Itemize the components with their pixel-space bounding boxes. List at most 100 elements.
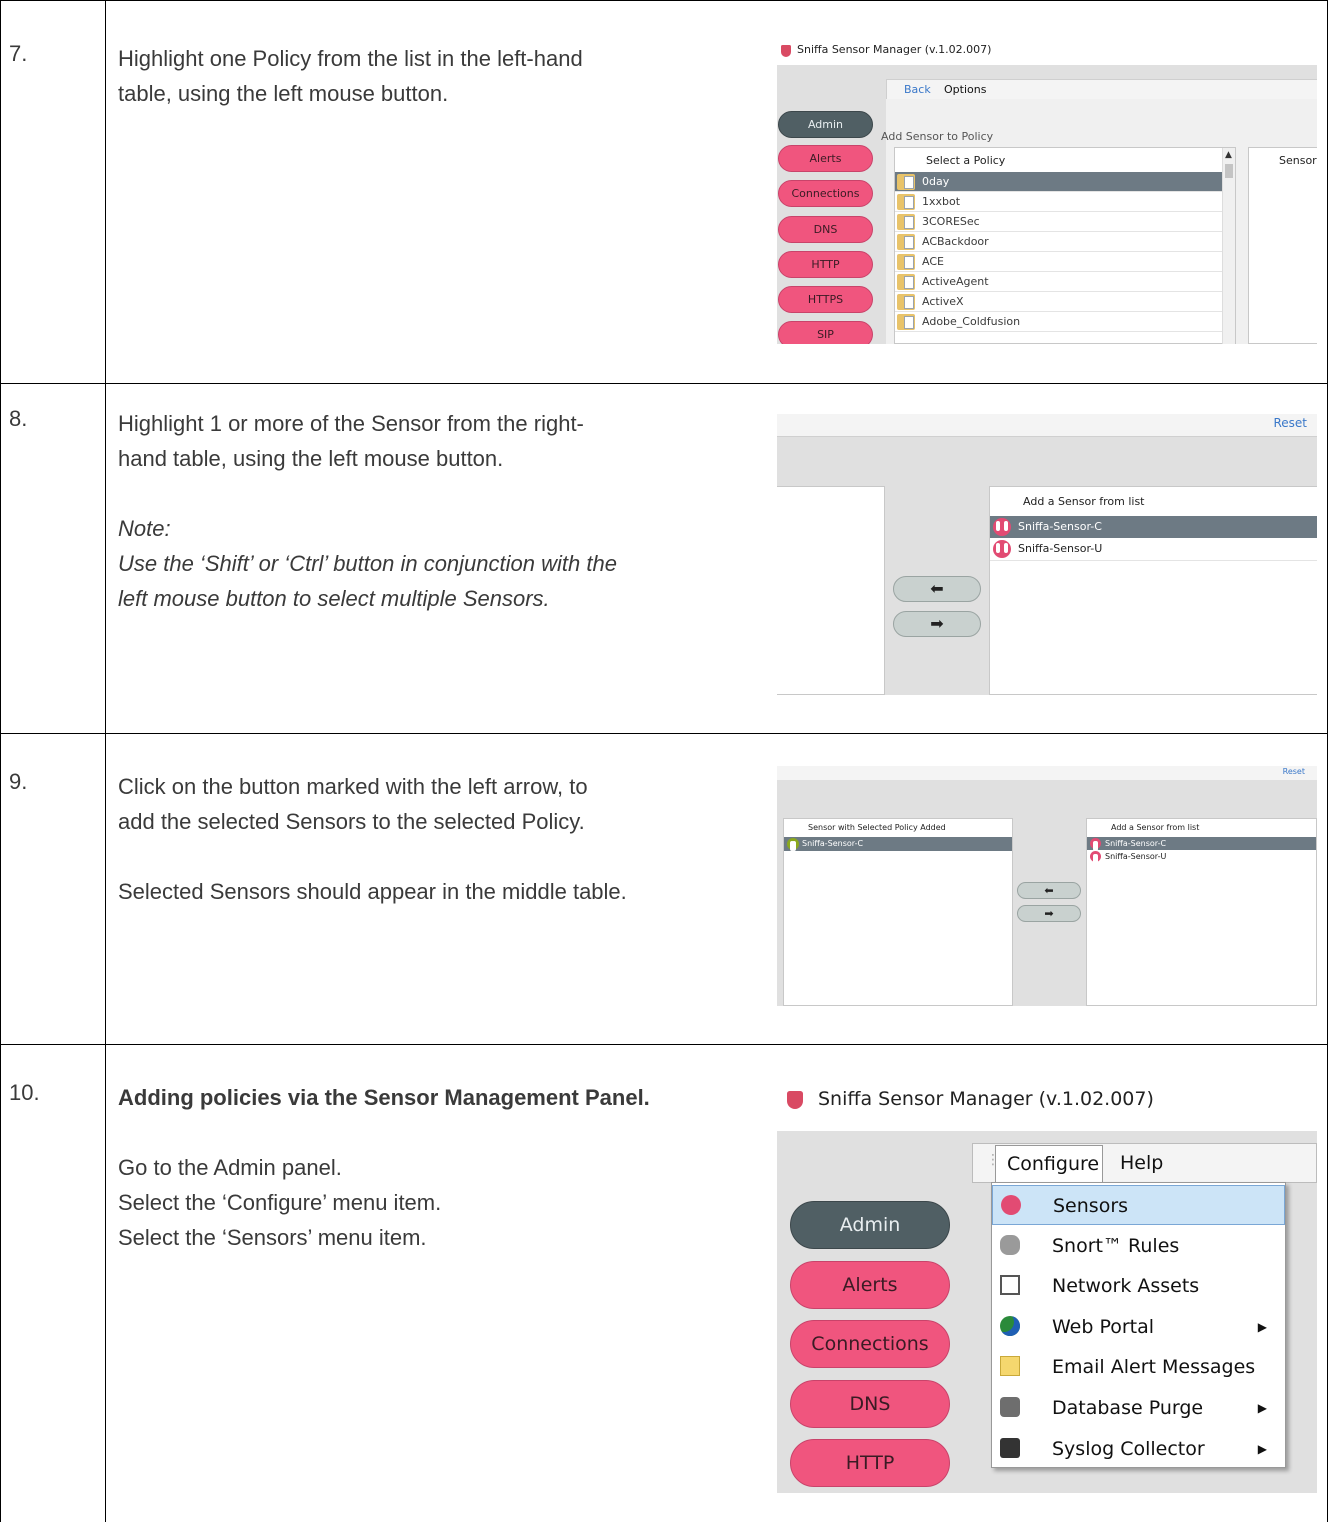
row-label: Sniffa-Sensor-U bbox=[1018, 542, 1103, 555]
network-icon bbox=[1000, 1275, 1020, 1296]
table-row[interactable]: Sniffa-Sensor-C bbox=[1087, 837, 1316, 851]
available-sensor-table[interactable]: Add a Sensor from list Sniffa-Sensor-C Sn… bbox=[1086, 818, 1317, 1006]
app-shield-icon bbox=[787, 1091, 803, 1109]
add-to-policy-button[interactable]: ⬅ bbox=[893, 576, 981, 602]
toolbar: Back Options bbox=[886, 79, 1317, 101]
menu-item-label: Web Portal bbox=[1052, 1315, 1155, 1338]
menu-item-syslog-collector[interactable]: Syslog Collector ▶ bbox=[992, 1429, 1285, 1469]
nav-button-http[interactable]: HTTP bbox=[790, 1439, 950, 1487]
step-instructions: Highlight one Policy from the list in th… bbox=[118, 41, 748, 111]
folder-icon bbox=[897, 314, 915, 330]
nav-button-dns[interactable]: DNS bbox=[778, 216, 873, 243]
instruction-line: Highlight one Policy from the list in th… bbox=[118, 46, 583, 71]
nav-button-connections[interactable]: Connections bbox=[790, 1320, 950, 1368]
policy-sensor-table[interactable] bbox=[777, 486, 885, 695]
add-to-policy-button[interactable]: ⬅ bbox=[1017, 882, 1081, 899]
top-strip bbox=[777, 766, 1317, 780]
nav-button-http[interactable]: HTTP bbox=[778, 251, 873, 278]
back-link[interactable]: Back bbox=[904, 83, 931, 96]
instruction-line: Select the ‘Sensors’ menu item. bbox=[118, 1225, 427, 1250]
row-label: ActiveAgent bbox=[922, 275, 989, 288]
table-row[interactable]: Adobe_Coldfusion bbox=[895, 312, 1225, 332]
row-label: 0day bbox=[922, 175, 950, 188]
folder-icon bbox=[897, 294, 915, 310]
menu-item-snort-rules[interactable]: Snort™ Rules bbox=[992, 1226, 1285, 1266]
step-8-row: 8. Highlight 1 or more of the Sensor fro… bbox=[0, 383, 1328, 734]
scroll-thumb[interactable] bbox=[1225, 164, 1233, 178]
menu-item-network-assets[interactable]: Network Assets bbox=[992, 1266, 1285, 1306]
reset-link[interactable]: Reset bbox=[1273, 416, 1307, 430]
menu-item-email-alert-messages[interactable]: Email Alert Messages bbox=[992, 1347, 1285, 1387]
table-row[interactable]: Sniffa-Sensor-U bbox=[990, 538, 1317, 561]
table-row[interactable]: 0day bbox=[895, 172, 1225, 192]
folder-icon bbox=[897, 214, 915, 230]
instruction-line: Click on the button marked with the left… bbox=[118, 774, 588, 799]
nav-button-alerts[interactable]: Alerts bbox=[790, 1261, 950, 1309]
table-row[interactable]: ACE bbox=[895, 252, 1225, 272]
nav-button-admin[interactable]: Admin bbox=[778, 111, 873, 138]
policy-table[interactable]: Select a Policy 0day 1xxbot 3CORESec ACBack… bbox=[894, 147, 1236, 344]
step-instructions: Click on the button marked with the left… bbox=[118, 769, 748, 909]
step-instructions: Highlight 1 or more of the Sensor from t… bbox=[118, 406, 748, 616]
window-title: Sniffa Sensor Manager (v.1.02.007) bbox=[797, 43, 992, 56]
table-row[interactable]: Sniffa-Sensor-C bbox=[784, 837, 1012, 851]
nav-button-alerts[interactable]: Alerts bbox=[778, 145, 873, 172]
column-header: Add a Sensor from list bbox=[1111, 823, 1200, 832]
menu-item-label: Network Assets bbox=[1052, 1275, 1200, 1298]
menu-item-label: Sensors bbox=[1053, 1195, 1129, 1217]
menu-item-web-portal[interactable]: Web Portal ▶ bbox=[992, 1307, 1285, 1347]
sensor-icon bbox=[787, 838, 799, 851]
row-label: ACE bbox=[922, 255, 944, 268]
window-title-bar: Sniffa Sensor Manager (v.1.02.007) bbox=[777, 41, 1317, 65]
table-row[interactable]: 3CORESec bbox=[895, 212, 1225, 232]
remove-from-policy-button[interactable]: ➡ bbox=[1017, 905, 1081, 922]
table-row[interactable]: Sniffa-Sensor-U bbox=[1087, 850, 1316, 864]
scrollbar[interactable]: ▲ bbox=[1222, 148, 1235, 344]
instruction-line: Selected Sensors should appear in the mi… bbox=[118, 879, 627, 904]
nav-button-dns[interactable]: DNS bbox=[790, 1380, 950, 1428]
left-arrow-icon: ⬅ bbox=[1044, 884, 1054, 897]
row-label: Sniffa-Sensor-C bbox=[1105, 839, 1167, 848]
row-label: Sniffa-Sensor-C bbox=[1018, 520, 1102, 533]
table-row[interactable]: ActiveX bbox=[895, 292, 1225, 312]
section-label: Add Sensor to Policy bbox=[881, 130, 994, 143]
help-menu[interactable]: Help bbox=[1120, 1152, 1163, 1174]
instruction-line: Select the ‘Configure’ menu item. bbox=[118, 1190, 442, 1215]
nav-button-connections[interactable]: Connections bbox=[778, 180, 873, 207]
menu-item-sensors[interactable]: Sensors bbox=[992, 1185, 1285, 1225]
log-icon bbox=[1000, 1437, 1020, 1458]
scroll-up-icon[interactable]: ▲ bbox=[1225, 150, 1232, 160]
column-header: Sensor with Selected Policy Added bbox=[808, 823, 946, 832]
table-row[interactable]: Sniffa-Sensor-C bbox=[990, 516, 1317, 538]
nav-button-admin[interactable]: Admin bbox=[790, 1201, 950, 1249]
nav-button-sip[interactable]: SIP bbox=[778, 321, 873, 344]
app-shield-icon bbox=[781, 45, 791, 57]
remove-from-policy-button[interactable]: ➡ bbox=[893, 611, 981, 637]
row-label: Adobe_Coldfusion bbox=[922, 315, 1021, 328]
column-divider bbox=[105, 734, 106, 1044]
sensor-icon bbox=[993, 540, 1011, 558]
table-row[interactable]: ACBackdoor bbox=[895, 232, 1225, 252]
table-row[interactable]: 1xxbot bbox=[895, 192, 1225, 212]
instruction-line: add the selected Sensors to the selected… bbox=[118, 809, 585, 834]
options-menu[interactable]: Options bbox=[944, 83, 986, 96]
pig-icon bbox=[1000, 1234, 1020, 1255]
right-arrow-icon: ➡ bbox=[1044, 907, 1054, 920]
reset-link[interactable]: Reset bbox=[1283, 767, 1305, 776]
available-sensor-table[interactable]: Add a Sensor from list Sniffa-Sensor-C Sn… bbox=[989, 486, 1317, 695]
table-row[interactable]: ActiveAgent bbox=[895, 272, 1225, 292]
instruction-line: Highlight 1 or more of the Sensor from t… bbox=[118, 411, 584, 436]
note-line: Use the ‘Shift’ or ‘Ctrl’ button in conj… bbox=[118, 551, 617, 576]
window-title-bar: Sniffa Sensor Manager (v.1.02.007) bbox=[777, 1083, 1317, 1119]
step-number: 10. bbox=[9, 1080, 40, 1105]
menu-bar: ⋮ Configure Help bbox=[972, 1143, 1317, 1183]
note-label: Note: bbox=[118, 516, 171, 541]
sensor-icon bbox=[993, 518, 1011, 536]
left-arrow-icon: ⬅ bbox=[930, 579, 944, 598]
policy-sensor-table[interactable]: Sensor with Selected Policy Added Sniffa… bbox=[783, 818, 1013, 1006]
sensor-table[interactable]: Sensor v bbox=[1248, 147, 1317, 344]
menu-item-database-purge[interactable]: Database Purge ▶ bbox=[992, 1388, 1285, 1428]
configure-menu[interactable]: Configure bbox=[995, 1145, 1103, 1183]
nav-button-https[interactable]: HTTPS bbox=[778, 286, 873, 313]
submenu-arrow-icon: ▶ bbox=[1257, 1401, 1267, 1415]
